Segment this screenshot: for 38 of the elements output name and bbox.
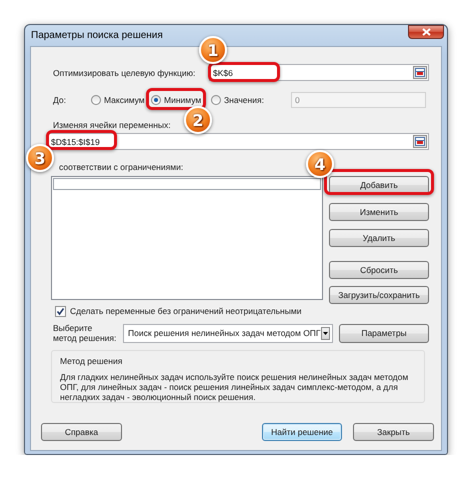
group-title: Метод решения [60,356,124,366]
description-text: Для гладких нелинейных задач используйте поиск решения нелинейных задач методом ОПГ, для линейных задач - поиск решения линейных задач симплекс-методом, а для негладких задач - эволюционный поиск решения. [60,372,410,402]
range-button[interactable] [413,66,427,79]
radio-button[interactable] [211,95,221,105]
highlight-frame [46,130,117,150]
dialog-button[interactable]: Закрыть [353,423,434,441]
field-label: Выберите метод решения: [53,323,118,343]
dialog-button[interactable]: Найти решение [262,423,342,441]
close-icon [422,28,430,36]
radio-button[interactable] [91,95,101,105]
radio-button[interactable] [151,95,161,105]
action-button[interactable]: Сбросить [329,261,429,279]
checkbox-label: Сделать переменные без ограничений неотрицательными [70,306,302,316]
check-icon [56,306,65,316]
field-label: соответствии с ограничениями: [59,162,184,172]
radio-label: Минимум [164,95,202,105]
grid-icon [415,137,425,146]
radio-label: Значения: [224,95,264,105]
field-label: Оптимизировать целевую функцию: [53,68,196,78]
constraints-list[interactable] [51,176,323,300]
checkbox[interactable] [55,306,66,316]
method-dropdown[interactable]: Поиск решения нелинейных задач методом ОПГ [123,324,333,342]
caret-icon [322,332,328,334]
action-button[interactable]: Изменить [329,203,429,221]
action-button[interactable]: Удалить [329,229,429,247]
dialog-button[interactable]: Справка [41,423,122,441]
grid-icon [415,68,425,77]
close-button[interactable] [408,24,444,38]
action-button[interactable]: Загрузить/сохранить [329,286,429,304]
field-label: Изменяя ячейки переменных: [53,120,171,130]
field-label: До: [53,95,67,105]
range-button[interactable] [413,135,427,148]
input-field[interactable]: $D$15:$I$19 [47,133,429,150]
options-button[interactable]: Параметры [339,324,429,342]
window-title: Параметры поиска решения [31,30,163,41]
list-row[interactable] [53,178,321,190]
dropdown-button[interactable] [320,326,330,340]
radio-label: Максимум [104,95,145,105]
